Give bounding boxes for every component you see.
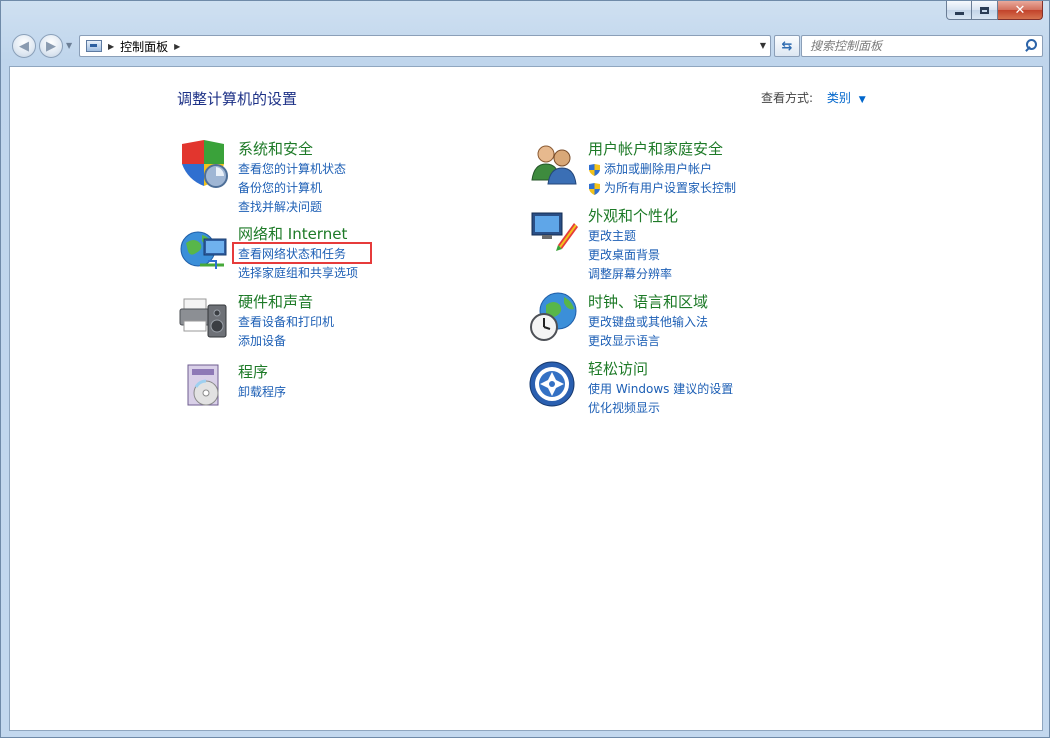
link-label[interactable]: 为所有用户设置家长控制 bbox=[604, 179, 736, 198]
category-links: 更改主题 更改桌面背景 调整屏幕分辨率 bbox=[588, 227, 672, 284]
users-icon[interactable] bbox=[528, 138, 580, 190]
link-view-network-status[interactable]: 查看网络状态和任务 bbox=[238, 245, 358, 264]
link-change-background[interactable]: 更改桌面背景 bbox=[588, 246, 672, 265]
security-shield-icon[interactable] bbox=[178, 138, 230, 190]
link-screen-resolution[interactable]: 调整屏幕分辨率 bbox=[588, 265, 672, 284]
category-links: 卸载程序 bbox=[238, 383, 286, 402]
link-view-computer-status[interactable]: 查看您的计算机状态 bbox=[238, 160, 346, 179]
refresh-button[interactable]: ⇆ bbox=[774, 35, 800, 57]
forward-button[interactable]: ▶ bbox=[39, 34, 63, 58]
printer-speaker-icon[interactable] bbox=[178, 291, 230, 343]
view-by-dropdown[interactable]: 类别 bbox=[827, 91, 851, 105]
category-title[interactable]: 硬件和声音 bbox=[238, 291, 313, 312]
minimize-button[interactable] bbox=[946, 1, 972, 20]
category-links: 更改键盘或其他输入法 更改显示语言 bbox=[588, 313, 708, 351]
category-links: 添加或删除用户帐户 为所有用户设置家长控制 bbox=[588, 160, 736, 198]
clock-globe-icon[interactable] bbox=[528, 291, 580, 343]
breadcrumb-chevron-icon[interactable]: ▶ bbox=[108, 42, 114, 51]
uac-shield-icon bbox=[589, 163, 600, 176]
navigation-bar: ◀ ▶ ▼ ▶ 控制面板 ▶ ▼ ⇆ bbox=[9, 32, 1043, 60]
category-title[interactable]: 用户帐户和家庭安全 bbox=[588, 138, 723, 159]
address-bar[interactable]: ▶ 控制面板 ▶ ▼ bbox=[79, 35, 771, 57]
link-add-remove-accounts[interactable]: 添加或删除用户帐户 bbox=[588, 160, 736, 179]
control-panel-icon bbox=[86, 40, 102, 52]
view-by-label: 查看方式: bbox=[761, 91, 814, 105]
close-button[interactable]: ✕ bbox=[998, 1, 1043, 20]
link-troubleshoot[interactable]: 查找并解决问题 bbox=[238, 198, 346, 217]
dropdown-arrow-icon[interactable]: ▼ bbox=[859, 95, 866, 105]
link-change-theme[interactable]: 更改主题 bbox=[588, 227, 672, 246]
link-homegroup-sharing[interactable]: 选择家庭组和共享选项 bbox=[238, 264, 358, 283]
category-links: 查看网络状态和任务 选择家庭组和共享选项 bbox=[238, 245, 358, 283]
arrow-left-icon: ◀ bbox=[19, 38, 29, 54]
search-box[interactable] bbox=[801, 35, 1043, 57]
category-title[interactable]: 网络和 Internet bbox=[238, 223, 347, 244]
caption-buttons: ✕ bbox=[946, 1, 1043, 21]
category-title[interactable]: 程序 bbox=[238, 361, 268, 382]
uac-shield-icon bbox=[589, 182, 600, 195]
link-parental-controls[interactable]: 为所有用户设置家长控制 bbox=[588, 179, 736, 198]
category-links: 使用 Windows 建议的设置 优化视频显示 bbox=[588, 380, 733, 418]
view-by: 查看方式: 类别 ▼ bbox=[761, 89, 866, 106]
breadcrumb-control-panel[interactable]: 控制面板 bbox=[120, 38, 168, 55]
network-globe-icon[interactable] bbox=[178, 223, 230, 275]
link-uninstall-program[interactable]: 卸载程序 bbox=[238, 383, 286, 402]
arrow-right-icon: ▶ bbox=[46, 38, 56, 54]
link-label[interactable]: 添加或删除用户帐户 bbox=[604, 160, 712, 179]
close-icon: ✕ bbox=[1014, 2, 1026, 18]
category-title[interactable]: 时钟、语言和区域 bbox=[588, 291, 708, 312]
control-panel-window: ✕ ◀ ▶ ▼ ▶ 控制面板 ▶ ▼ ⇆ 调整计算机的设置 查看方式: 类别 ▼ bbox=[0, 0, 1050, 738]
category-title[interactable]: 外观和个性化 bbox=[588, 205, 678, 226]
appearance-monitor-icon[interactable] bbox=[528, 205, 580, 257]
link-recommended-settings[interactable]: 使用 Windows 建议的设置 bbox=[588, 380, 733, 399]
link-backup-computer[interactable]: 备份您的计算机 bbox=[238, 179, 346, 198]
minimize-icon bbox=[954, 12, 964, 15]
link-devices-printers[interactable]: 查看设备和打印机 bbox=[238, 313, 334, 332]
link-change-keyboard-input[interactable]: 更改键盘或其他输入法 bbox=[588, 313, 708, 332]
programs-icon[interactable] bbox=[178, 361, 230, 413]
content-pane: 调整计算机的设置 查看方式: 类别 ▼ 系统和安全 查看您的计算机状态 备份您的… bbox=[9, 66, 1043, 731]
refresh-icon: ⇆ bbox=[781, 38, 793, 54]
search-icon[interactable] bbox=[1021, 37, 1039, 55]
maximize-icon bbox=[980, 6, 989, 14]
link-optimize-visual-display[interactable]: 优化视频显示 bbox=[588, 399, 733, 418]
link-add-device[interactable]: 添加设备 bbox=[238, 332, 334, 351]
recent-pages-dropdown[interactable]: ▼ bbox=[66, 41, 72, 50]
address-dropdown-icon[interactable]: ▼ bbox=[760, 41, 766, 50]
category-links: 查看您的计算机状态 备份您的计算机 查找并解决问题 bbox=[238, 160, 346, 217]
link-change-display-language[interactable]: 更改显示语言 bbox=[588, 332, 708, 351]
search-input[interactable] bbox=[808, 38, 1021, 54]
breadcrumb-chevron-icon[interactable]: ▶ bbox=[174, 42, 180, 51]
category-title[interactable]: 系统和安全 bbox=[238, 138, 313, 159]
ease-of-access-icon[interactable] bbox=[528, 358, 580, 410]
maximize-button[interactable] bbox=[972, 1, 998, 20]
back-button[interactable]: ◀ bbox=[12, 34, 36, 58]
page-title: 调整计算机的设置 bbox=[177, 90, 298, 108]
category-title[interactable]: 轻松访问 bbox=[588, 358, 648, 379]
category-links: 查看设备和打印机 添加设备 bbox=[238, 313, 334, 351]
